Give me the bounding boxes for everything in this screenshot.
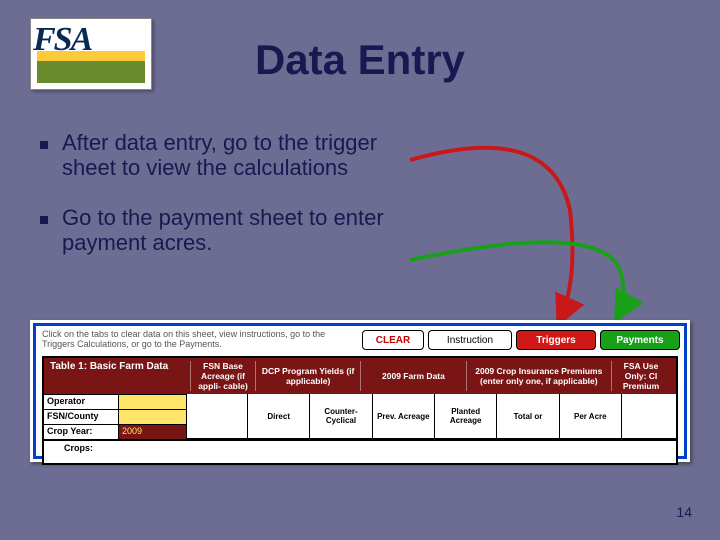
row-crops: Crops: bbox=[44, 439, 676, 463]
col-crop-ins: 2009 Crop Insurance Premiums (enter only… bbox=[466, 361, 611, 391]
sub-prev: Prev. Acreage bbox=[373, 394, 434, 439]
sub-peracre: Per Acre bbox=[560, 394, 621, 439]
label-operator: Operator bbox=[44, 395, 119, 409]
right-subheader-grid: Direct Counter- Cyclical Prev. Acreage P… bbox=[186, 394, 676, 439]
bullet-item: Go to the payment sheet to enter payment… bbox=[40, 205, 400, 256]
row-operator: Operator bbox=[44, 394, 186, 409]
input-operator[interactable] bbox=[119, 395, 186, 409]
bullet-list: After data entry, go to the trigger shee… bbox=[40, 130, 400, 279]
row-fsn-county: FSN/County bbox=[44, 409, 186, 424]
input-fsn[interactable] bbox=[119, 410, 186, 424]
col-fsa-use: FSA Use Only: CI Premium bbox=[611, 361, 670, 391]
tab-instruction[interactable]: Instruction bbox=[428, 330, 512, 350]
sub-direct: Direct bbox=[248, 394, 309, 439]
table1: Table 1: Basic Farm Data FSN Base Acreag… bbox=[42, 356, 678, 465]
col-farm-data: 2009 Farm Data bbox=[360, 361, 465, 391]
red-arrow-to-triggers bbox=[410, 148, 572, 320]
left-key-cells: Operator FSN/County Crop Year: 2009 bbox=[44, 394, 186, 439]
tab-clear[interactable]: CLEAR bbox=[362, 330, 424, 350]
tab-triggers[interactable]: Triggers bbox=[516, 330, 596, 350]
value-crop-year[interactable]: 2009 bbox=[119, 425, 186, 439]
table1-body: Operator FSN/County Crop Year: 2009 Dire… bbox=[44, 394, 676, 439]
bullet-text: After data entry, go to the trigger shee… bbox=[62, 130, 400, 181]
arrows-overlay bbox=[400, 130, 700, 340]
col-dcp-yields: DCP Program Yields (if applicable) bbox=[255, 361, 360, 391]
table1-head-groups: FSN Base Acreage (if appli- cable) DCP P… bbox=[190, 361, 670, 391]
tab-bar: CLEAR Instruction Triggers Payments bbox=[358, 330, 680, 350]
label-crop-year: Crop Year: bbox=[44, 425, 119, 439]
sub-counter: Counter- Cyclical bbox=[310, 394, 371, 439]
table1-header: Table 1: Basic Farm Data FSN Base Acreag… bbox=[44, 358, 676, 394]
spreadsheet-screenshot: Click on the tabs to clear data on this … bbox=[30, 320, 690, 462]
slide-title: Data Entry bbox=[0, 36, 720, 84]
label-crops: Crops: bbox=[64, 443, 124, 461]
sub-blank bbox=[187, 394, 247, 439]
bullet-marker-icon bbox=[40, 141, 48, 149]
row-crop-year: Crop Year: 2009 bbox=[44, 424, 186, 439]
green-arrow-to-payments bbox=[410, 242, 624, 316]
sub-blank2 bbox=[622, 394, 676, 439]
label-fsn: FSN/County bbox=[44, 410, 119, 424]
bullet-item: After data entry, go to the trigger shee… bbox=[40, 130, 400, 181]
bullet-text: Go to the payment sheet to enter payment… bbox=[62, 205, 400, 256]
col-fsn-base: FSN Base Acreage (if appli- cable) bbox=[190, 361, 255, 391]
slide-number: 14 bbox=[676, 504, 692, 520]
table1-title: Table 1: Basic Farm Data bbox=[50, 361, 190, 391]
tab-payments[interactable]: Payments bbox=[600, 330, 680, 350]
sub-planted: Planted Acreage bbox=[435, 394, 496, 439]
bullet-marker-icon bbox=[40, 216, 48, 224]
sub-total: Total or bbox=[497, 394, 558, 439]
instruction-text: Click on the tabs to clear data on this … bbox=[42, 329, 332, 350]
